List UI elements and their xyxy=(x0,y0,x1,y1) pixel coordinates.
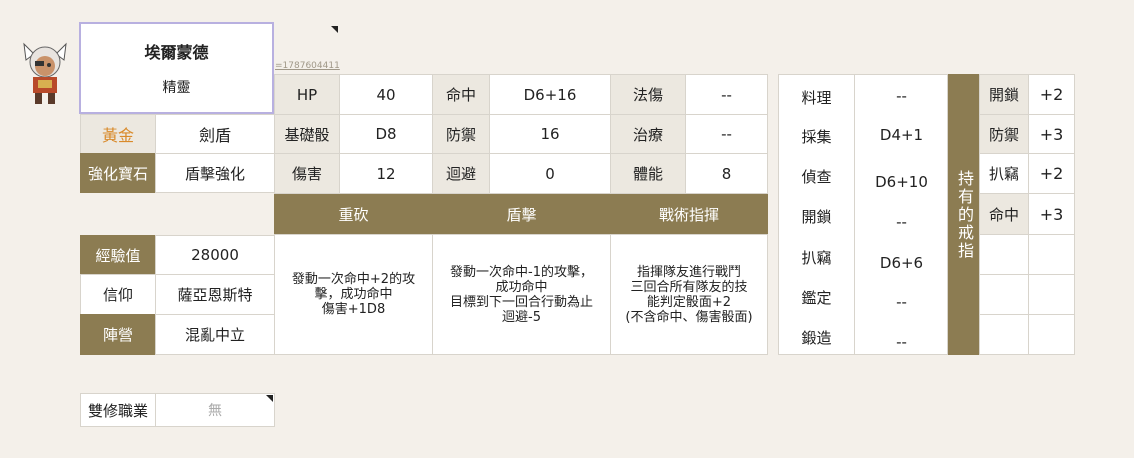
life-skill-value: -- xyxy=(896,293,907,311)
camp-value: 混亂中立 xyxy=(155,314,275,355)
life-skill-label: 採集 xyxy=(801,128,832,146)
faith-label: 信仰 xyxy=(80,274,156,315)
life-skill-label: 扒竊 xyxy=(801,249,832,267)
life-skill-value: D6+10 xyxy=(875,173,928,191)
life-skill-value: -- xyxy=(896,333,907,351)
stat-value: -- xyxy=(685,114,768,154)
rank-cell: 黃金 xyxy=(80,114,156,154)
stat-label: 治療 xyxy=(610,114,686,154)
skill-description: 指揮隊友進行戰鬥 三回合所有隊友的技 能判定骰面+2 (不含命中、傷害骰面) xyxy=(610,234,768,355)
skill-name: 盾擊 xyxy=(432,194,611,235)
stat-label: HP xyxy=(274,74,340,115)
skill-description: 發動一次命中-1的攻擊， 成功命中 目標到下一回合行動為止 迴避-5 xyxy=(432,234,611,355)
exp-label: 經驗值 xyxy=(80,235,156,275)
character-name: 埃爾蒙德 xyxy=(144,43,209,62)
life-skill-value: -- xyxy=(896,87,907,105)
stat-value: -- xyxy=(685,74,768,115)
life-skill-label: 偵查 xyxy=(801,168,832,186)
stat-value: D6+16 xyxy=(489,74,611,115)
gem-label: 強化寶石 xyxy=(80,153,156,193)
life-skill-label: 鑑定 xyxy=(801,289,832,307)
gem-value: 盾擊強化 xyxy=(155,153,275,193)
stat-value: 12 xyxy=(339,153,433,194)
ring-value: +3 xyxy=(1028,114,1075,154)
stat-value: 0 xyxy=(489,153,611,194)
ring-empty xyxy=(979,274,1029,315)
stat-label: 基礎骰 xyxy=(274,114,340,154)
stat-value: 40 xyxy=(339,74,433,115)
skill-name: 重砍 xyxy=(274,194,433,235)
dual-class-value-text: 無 xyxy=(208,403,222,419)
skill-description: 發動一次命中+2的攻擊，成功命中 傷害+1D8 xyxy=(274,234,433,355)
ring-empty xyxy=(1028,274,1075,315)
ring-label: 開鎖 xyxy=(979,74,1029,115)
character-link[interactable]: =1787604411 xyxy=(275,61,340,71)
ring-value: +3 xyxy=(1028,193,1075,235)
character-sprite-icon xyxy=(23,42,67,104)
stat-label: 命中 xyxy=(432,74,490,115)
camp-label: 陣營 xyxy=(80,314,156,355)
dual-class-value[interactable]: 無 xyxy=(155,393,275,427)
exp-value: 28000 xyxy=(155,235,275,275)
life-skill-value: -- xyxy=(896,213,907,231)
ring-empty xyxy=(1028,314,1075,355)
faith-value: 薩亞恩斯特 xyxy=(155,274,275,315)
stat-label: 傷害 xyxy=(274,153,340,194)
weapon-type: 劍盾 xyxy=(155,114,275,154)
stat-value: 8 xyxy=(685,153,768,194)
ring-label: 命中 xyxy=(979,193,1029,235)
avatar xyxy=(18,40,72,106)
life-skill-value: D6+6 xyxy=(879,254,924,272)
corner-marker-icon xyxy=(331,26,338,33)
stat-value: 16 xyxy=(489,114,611,154)
ring-value: +2 xyxy=(1028,74,1075,115)
ring-empty xyxy=(979,314,1029,355)
ring-value: +2 xyxy=(1028,153,1075,194)
life-skill-value: D4+1 xyxy=(879,126,924,144)
skill-name: 戰術指揮 xyxy=(610,194,768,235)
character-race: 精靈 xyxy=(162,80,191,96)
name-card: 埃爾蒙德 精靈 xyxy=(79,22,274,114)
stat-label: 迴避 xyxy=(432,153,490,194)
life-skill-label: 鍛造 xyxy=(801,329,832,347)
stat-label: 防禦 xyxy=(432,114,490,154)
stat-value: D8 xyxy=(339,114,433,154)
rings-header: 持有的戒指 xyxy=(948,74,980,355)
life-skill-label: 開鎖 xyxy=(801,208,832,226)
ring-label: 防禦 xyxy=(979,114,1029,154)
ring-label: 扒竊 xyxy=(979,153,1029,194)
stat-label: 體能 xyxy=(610,153,686,194)
dual-class-label: 雙修職業 xyxy=(80,393,156,427)
life-skill-label: 料理 xyxy=(801,89,832,107)
stat-label: 法傷 xyxy=(610,74,686,115)
rank-value: 黃金 xyxy=(101,126,134,145)
rings-header-text: 持有的戒指 xyxy=(955,169,974,260)
ring-empty xyxy=(979,234,1029,275)
ring-empty xyxy=(1028,234,1075,275)
